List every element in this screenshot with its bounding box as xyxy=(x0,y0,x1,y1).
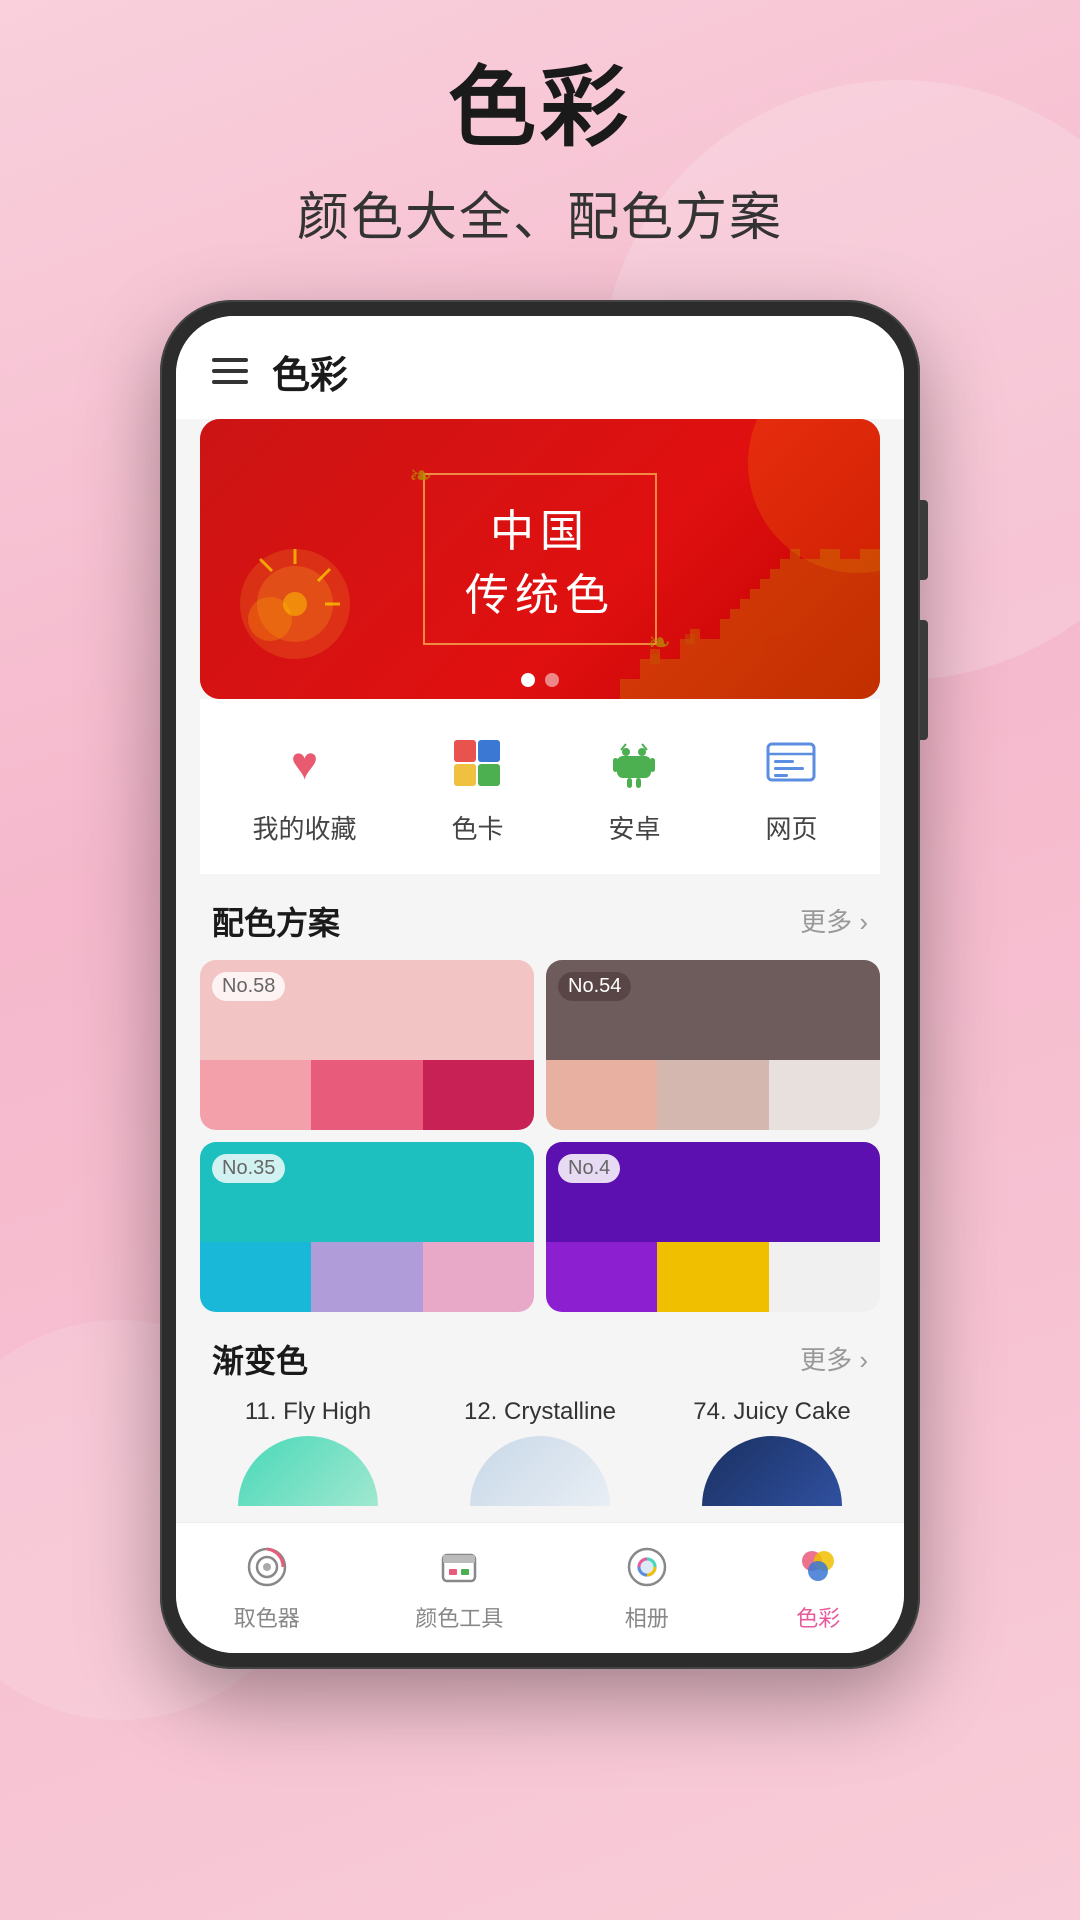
android-label: 安卓 xyxy=(608,809,660,846)
bottom-nav-label-tools: 颜色工具 xyxy=(415,1601,503,1633)
bottom-nav-album[interactable]: 相册 xyxy=(619,1539,675,1633)
gradient-label-juicy-cake: 74. Juicy Cake xyxy=(693,1398,850,1426)
top-bar: 色彩 xyxy=(176,316,904,419)
banner-line2: 传统色 xyxy=(465,559,615,623)
menu-icon[interactable] xyxy=(212,358,248,384)
palette-section-title: 配色方案 xyxy=(212,898,340,944)
gradient-item-fly-high[interactable]: 11. Fly High xyxy=(200,1398,416,1506)
banner-firework-decoration xyxy=(230,539,360,669)
cards-icon xyxy=(441,727,513,799)
bottom-nav-colors[interactable]: 色彩 xyxy=(790,1539,846,1633)
android-icon xyxy=(598,727,670,799)
gradient-more-button[interactable]: 更多 › xyxy=(800,1340,868,1377)
palette-swatches-54 xyxy=(546,1060,880,1130)
gradient-circle-fly-high xyxy=(238,1436,378,1506)
palette-swatches-35 xyxy=(200,1242,534,1312)
favorites-label: 我的收藏 xyxy=(252,809,356,846)
cards-label: 色卡 xyxy=(451,809,503,846)
bottom-nav-label-picker: 取色器 xyxy=(234,1601,300,1633)
phone-shell: 色彩 xyxy=(160,300,920,1669)
nav-item-android[interactable]: 安卓 xyxy=(598,727,670,846)
web-icon xyxy=(755,727,827,799)
gradient-item-crystalline[interactable]: 12. Crystalline xyxy=(432,1398,648,1506)
bottom-nav-color-picker[interactable]: 取色器 xyxy=(234,1539,300,1633)
app-screen: 色彩 xyxy=(176,316,904,1653)
gradient-section-title: 渐变色 xyxy=(212,1336,308,1382)
quick-nav: ♥ 我的收藏 色卡 xyxy=(200,699,880,874)
page-header: 色彩 颜色大全、配色方案 xyxy=(297,60,783,250)
phone-inner: 色彩 xyxy=(176,316,904,1653)
bottom-nav-label-album: 相册 xyxy=(625,1601,669,1633)
palette-number-58: No.58 xyxy=(212,972,285,1001)
palette-card-58[interactable]: No.58 xyxy=(200,960,534,1130)
nav-item-web[interactable]: 网页 xyxy=(755,727,827,846)
banner-line1: 中国 xyxy=(465,495,615,559)
palette-number-4: No.4 xyxy=(558,1154,620,1183)
gradient-item-juicy-cake[interactable]: 74. Juicy Cake xyxy=(664,1398,880,1506)
favorites-icon: ♥ xyxy=(268,727,340,799)
bottom-nav: 取色器 颜色工具 xyxy=(176,1522,904,1653)
album-icon xyxy=(619,1539,675,1595)
gradient-section-header: 渐变色 更多 › xyxy=(176,1312,904,1398)
palette-grid: No.58 No.54 xyxy=(176,960,904,1312)
gradient-items: 11. Fly High 12. Crystalline 74. Juicy C… xyxy=(200,1398,880,1506)
nav-item-cards[interactable]: 色卡 xyxy=(441,727,513,846)
dot-2[interactable] xyxy=(545,673,559,687)
palette-number-35: No.35 xyxy=(212,1154,285,1183)
banner[interactable]: 中国 传统色 xyxy=(200,419,880,699)
nav-item-favorites[interactable]: ♥ 我的收藏 xyxy=(252,727,356,846)
palette-more-button[interactable]: 更多 › xyxy=(800,902,868,939)
web-label: 网页 xyxy=(765,809,817,846)
palette-swatches-58 xyxy=(200,1060,534,1130)
palette-card-4[interactable]: No.4 xyxy=(546,1142,880,1312)
gradient-section: 11. Fly High 12. Crystalline 74. Juicy C… xyxy=(176,1398,904,1522)
gradient-label-fly-high: 11. Fly High xyxy=(245,1398,371,1426)
page-title: 色彩 xyxy=(297,60,783,157)
bottom-nav-label-colors: 色彩 xyxy=(796,1601,840,1633)
color-picker-icon xyxy=(239,1539,295,1595)
banner-wall-decoration xyxy=(620,499,880,699)
banner-text-box: 中国 传统色 xyxy=(423,473,657,645)
bottom-nav-color-tools[interactable]: 颜色工具 xyxy=(415,1539,503,1633)
palette-number-54: No.54 xyxy=(558,972,631,1001)
palette-swatches-4 xyxy=(546,1242,880,1312)
colors-icon xyxy=(790,1539,846,1595)
top-bar-title: 色彩 xyxy=(272,344,348,399)
gradient-label-crystalline: 12. Crystalline xyxy=(464,1398,616,1426)
page-subtitle: 颜色大全、配色方案 xyxy=(297,175,783,250)
color-tools-icon xyxy=(431,1539,487,1595)
palette-section-header: 配色方案 更多 › xyxy=(176,874,904,960)
gradient-circle-juicy-cake xyxy=(702,1436,842,1506)
gradient-circle-crystalline xyxy=(470,1436,610,1506)
banner-dots xyxy=(521,673,559,687)
dot-1[interactable] xyxy=(521,673,535,687)
palette-card-35[interactable]: No.35 xyxy=(200,1142,534,1312)
palette-card-54[interactable]: No.54 xyxy=(546,960,880,1130)
